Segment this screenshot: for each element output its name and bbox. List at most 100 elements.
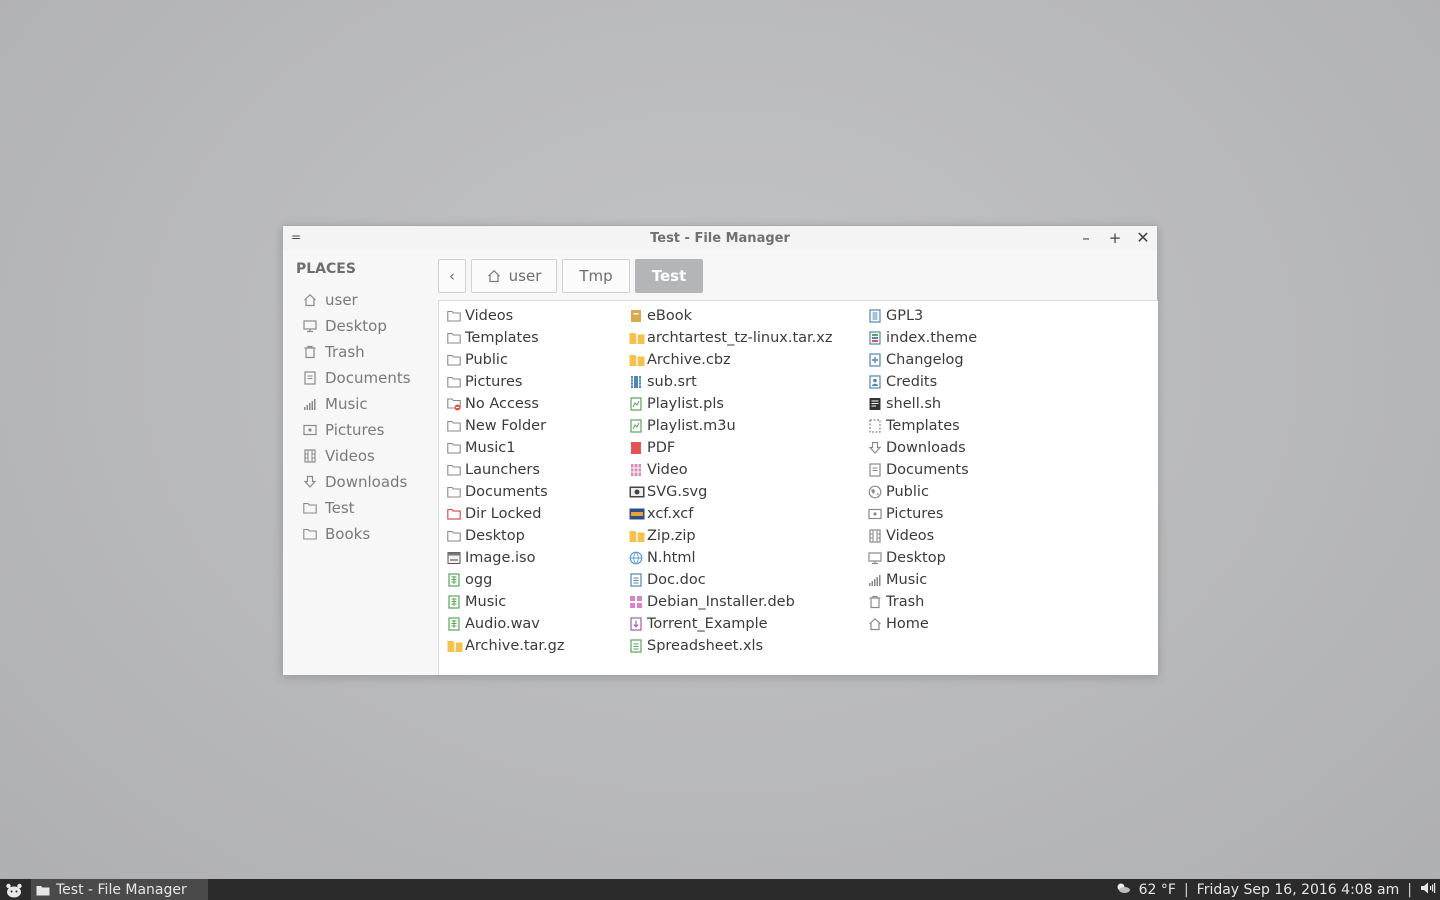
file-item[interactable]: Music: [868, 569, 977, 591]
sidebar-item-books[interactable]: Books: [303, 521, 411, 547]
file-item[interactable]: Debian_Installer.deb: [629, 591, 832, 613]
title-bar[interactable]: = Test - File Manager – + ✕: [283, 226, 1157, 250]
file-item[interactable]: Archive.tar.gz: [447, 635, 565, 657]
file-item[interactable]: eBook: [629, 305, 832, 327]
file-item[interactable]: New Folder: [447, 415, 565, 437]
file-item[interactable]: Archive.cbz: [629, 349, 832, 371]
file-name: Pictures: [886, 506, 944, 522]
folder-icon: [447, 464, 465, 476]
file-name: Credits: [886, 374, 938, 390]
sidebar-item-label: Trash: [325, 343, 365, 361]
file-item[interactable]: Image.iso: [447, 547, 565, 569]
html-icon: [629, 551, 647, 565]
file-item[interactable]: Public: [868, 481, 977, 503]
tray-separator: |: [1183, 881, 1189, 898]
trash-icon: [303, 345, 325, 359]
file-item[interactable]: Music1: [447, 437, 565, 459]
file-item[interactable]: Desktop: [447, 525, 565, 547]
file-item[interactable]: Public: [447, 349, 565, 371]
file-item[interactable]: Video: [629, 459, 832, 481]
file-name: Debian_Installer.deb: [647, 594, 795, 610]
file-item[interactable]: xcf.xcf: [629, 503, 832, 525]
sidebar-item-documents[interactable]: Documents: [303, 365, 411, 391]
sidebar-item-pictures[interactable]: Pictures: [303, 417, 411, 443]
file-item[interactable]: Documents: [447, 481, 565, 503]
sidebar-item-label: Books: [325, 525, 371, 543]
file-item[interactable]: Documents: [868, 459, 977, 481]
file-item[interactable]: Credits: [868, 371, 977, 393]
file-item[interactable]: Downloads: [868, 437, 977, 459]
templates-icon: [868, 419, 886, 433]
desktop-icon: [303, 319, 325, 333]
file-name: archtartest_tz-linux.tar.xz: [647, 330, 833, 346]
file-item[interactable]: Desktop: [868, 547, 977, 569]
file-item[interactable]: No Access: [447, 393, 565, 415]
file-item[interactable]: Spreadsheet.xls: [629, 635, 832, 657]
file-item[interactable]: SVG.svg: [629, 481, 832, 503]
start-menu-icon[interactable]: [4, 881, 24, 899]
file-name: Playlist.m3u: [647, 418, 736, 434]
file-item[interactable]: N.html: [629, 547, 832, 569]
volume-icon[interactable]: [1420, 881, 1436, 899]
file-item[interactable]: archtartest_tz-linux.tar.xz: [629, 327, 832, 349]
breadcrumb-user[interactable]: user: [471, 259, 557, 293]
file-item[interactable]: Home: [868, 613, 977, 635]
file-item[interactable]: Videos: [868, 525, 977, 547]
file-item[interactable]: Templates: [868, 415, 977, 437]
file-item[interactable]: Playlist.m3u: [629, 415, 832, 437]
file-item[interactable]: Zip.zip: [629, 525, 832, 547]
file-item[interactable]: GPL3: [868, 305, 977, 327]
file-item[interactable]: Templates: [447, 327, 565, 349]
back-button[interactable]: ‹: [438, 259, 466, 293]
music-icon: [303, 397, 325, 411]
file-name: Changelog: [886, 352, 964, 368]
file-item[interactable]: index.theme: [868, 327, 977, 349]
sidebar-item-trash[interactable]: Trash: [303, 339, 411, 365]
file-view[interactable]: Videos Templates Public Pictures No Access Ne…: [438, 300, 1158, 675]
sidebar-item-videos[interactable]: Videos: [303, 443, 411, 469]
file-name: index.theme: [886, 330, 978, 346]
file-item[interactable]: ogg: [447, 569, 565, 591]
sidebar-item-music[interactable]: Music: [303, 391, 411, 417]
file-item[interactable]: Dir Locked: [447, 503, 565, 525]
minimize-button[interactable]: –: [1077, 229, 1095, 247]
xcf-image-icon: [629, 507, 647, 521]
file-name: eBook: [647, 308, 693, 324]
sidebar-item-user[interactable]: user: [303, 287, 411, 313]
file-name: ogg: [465, 572, 493, 588]
file-item[interactable]: Music: [447, 591, 565, 613]
tray-separator: |: [1407, 881, 1412, 898]
taskbar-task-file-manager[interactable]: Test - File Manager: [31, 879, 208, 900]
file-name: No Access: [465, 396, 539, 412]
weather-icon: [1115, 882, 1131, 898]
locked-folder-icon: [447, 508, 465, 520]
file-item[interactable]: Launchers: [447, 459, 565, 481]
file-item[interactable]: Pictures: [868, 503, 977, 525]
file-item[interactable]: shell.sh: [868, 393, 977, 415]
file-item[interactable]: Pictures: [447, 371, 565, 393]
file-item[interactable]: Videos: [447, 305, 565, 327]
sidebar-item-label: Videos: [325, 447, 375, 465]
file-item[interactable]: PDF: [629, 437, 832, 459]
taskbar-task-label: Test - File Manager: [56, 881, 187, 898]
file-item[interactable]: Doc.doc: [629, 569, 832, 591]
breadcrumb-tmp[interactable]: Tmp: [562, 259, 630, 293]
file-item[interactable]: Changelog: [868, 349, 977, 371]
file-item[interactable]: Trash: [868, 591, 977, 613]
file-item[interactable]: Playlist.pls: [629, 393, 832, 415]
weather-temperature[interactable]: 62 °F: [1139, 882, 1176, 898]
sidebar-item-desktop[interactable]: Desktop: [303, 313, 411, 339]
file-item[interactable]: Torrent_Example: [629, 613, 832, 635]
package-icon: [629, 595, 647, 609]
maximize-button[interactable]: +: [1106, 229, 1124, 247]
file-item[interactable]: Audio.wav: [447, 613, 565, 635]
file-item[interactable]: sub.srt: [629, 371, 832, 393]
file-name: Downloads: [886, 440, 966, 456]
clock[interactable]: Friday Sep 16, 2016 4:08 am: [1197, 882, 1400, 898]
breadcrumb-test[interactable]: Test: [635, 259, 703, 293]
close-button[interactable]: ✕: [1134, 229, 1152, 247]
sidebar-item-test[interactable]: Test: [303, 495, 411, 521]
sidebar-item-label: Music: [325, 395, 368, 413]
sidebar-item-downloads[interactable]: Downloads: [303, 469, 411, 495]
folder-icon: [447, 354, 465, 366]
